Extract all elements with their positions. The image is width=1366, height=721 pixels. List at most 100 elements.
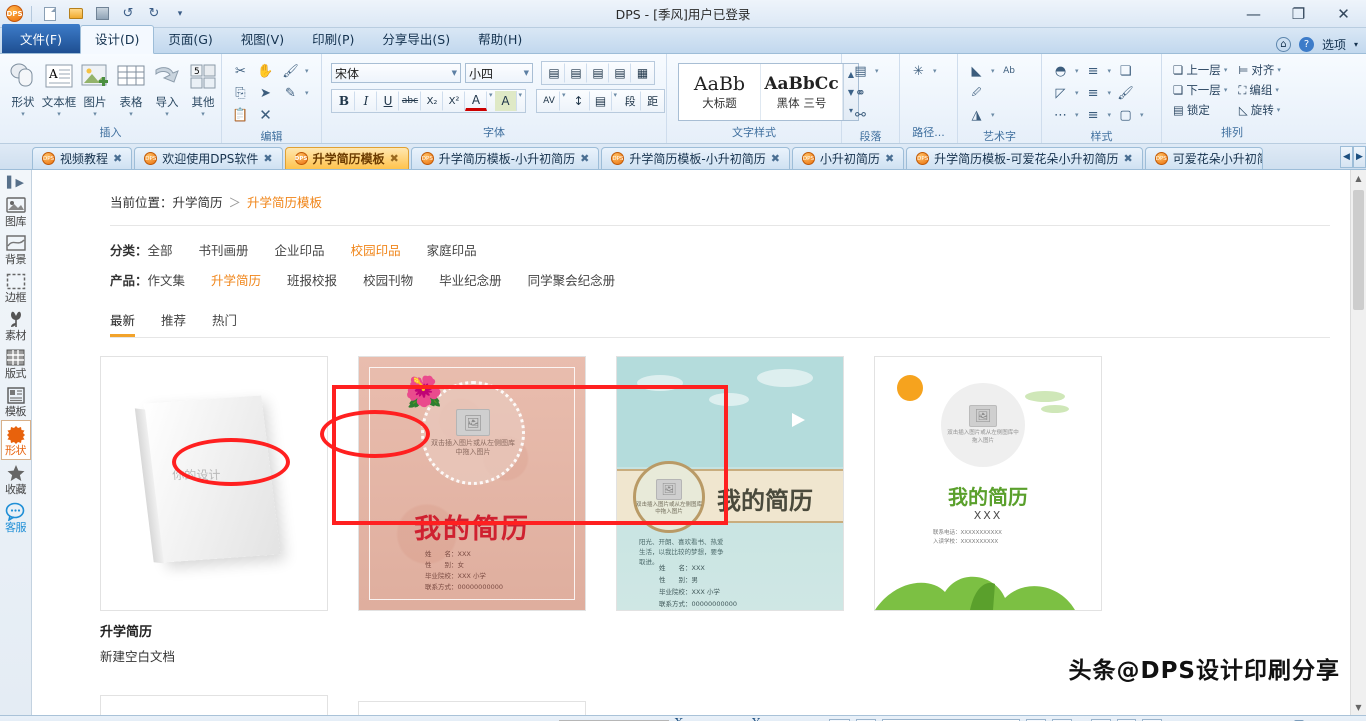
fill-color-icon[interactable]: ◓: [1050, 61, 1071, 81]
delete-icon[interactable]: ✕: [255, 105, 276, 125]
close-button[interactable]: ✕: [1321, 0, 1366, 27]
chevron-down-icon[interactable]: ▾: [1108, 89, 1112, 97]
template-thumbnail[interactable]: 🖼 双击插入图片或从左侧图库中拖入图片 🌺 我的简历 姓 名：XXX 性 别：女…: [358, 356, 586, 611]
insert-shape-button[interactable]: 形状 ▾: [5, 59, 41, 118]
align-right-icon[interactable]: ▤: [587, 63, 609, 83]
close-icon[interactable]: ✖: [113, 152, 122, 165]
align-center-icon[interactable]: ▤: [565, 63, 587, 83]
font-size-select[interactable]: 小四 ▼: [465, 63, 533, 83]
brush-icon[interactable]: 🖌: [1115, 83, 1136, 103]
line-style-icon[interactable]: ≡: [1083, 61, 1104, 81]
sidebar-item-shape[interactable]: 形状: [0, 420, 31, 460]
pointer-icon[interactable]: ➤: [255, 83, 276, 103]
text-style-item[interactable]: AaBb 大标题: [679, 64, 761, 120]
scroll-down-icon[interactable]: ▼: [1351, 699, 1366, 715]
lock-label[interactable]: 锁定: [1187, 102, 1210, 118]
menu-item-page[interactable]: 页面(G): [154, 25, 226, 53]
template-thumbnail[interactable]: 🖼 双击插入图片或从左侧图库中拖入图片 我的简历 阳光、开朗、喜欢看书、热爱生活…: [616, 356, 844, 611]
scrollbar-thumb[interactable]: [1353, 190, 1364, 310]
menu-item-print[interactable]: 印刷(P): [298, 25, 368, 53]
effect-icon[interactable]: ▢: [1115, 105, 1136, 125]
insert-import-button[interactable]: 导入 ▾: [149, 59, 185, 118]
font-family-select[interactable]: 宋体 ▼: [331, 63, 461, 83]
product-option-classnews[interactable]: 班报校报: [287, 270, 337, 289]
spacing-button[interactable]: 距: [641, 91, 663, 111]
template-card-pink[interactable]: 🖼 双击插入图片或从左侧图库中拖入图片 🌺 我的简历 姓 名：XXX 性 别：女…: [358, 356, 586, 665]
chevron-down-icon[interactable]: ▾: [93, 111, 97, 118]
sidebar-item-gallery[interactable]: 图库: [1, 192, 31, 230]
product-option-essays[interactable]: 作文集: [148, 270, 186, 289]
sidebar-collapse-button[interactable]: ▌▶: [7, 172, 24, 192]
wordart-3d-icon[interactable]: ◮: [966, 105, 987, 125]
template-thumbnail[interactable]: 🖼 双击插入图片或从左侧图库中拖入图片 我的简历 XXX 联系电话：XXXXXX…: [874, 356, 1102, 611]
superscript-button[interactable]: X²: [443, 91, 465, 111]
document-tab-3[interactable]: DPS 升学简历模板-小升初简历 ✖: [410, 147, 600, 169]
align-distribute-icon[interactable]: ▦: [631, 63, 653, 83]
subscript-button[interactable]: X₂: [421, 91, 443, 111]
rotate-label[interactable]: 旋转: [1251, 102, 1274, 118]
sort-tab-popular[interactable]: 热门: [212, 310, 237, 337]
template-card-blank[interactable]: 你的设计 升学简历 新建空白文档: [100, 356, 328, 665]
template-card-green-sun[interactable]: 🖼 双击插入图片或从左侧图库中拖入图片 我的简历 XXX 联系电话：XXXXXX…: [874, 356, 1102, 665]
chevron-down-icon[interactable]: ▼: [520, 69, 529, 77]
product-option-reunion[interactable]: 同学聚会纪念册: [528, 270, 616, 289]
wordart-a-icon[interactable]: ◣: [966, 61, 987, 81]
chevron-down-icon[interactable]: ▾: [1075, 111, 1079, 119]
undo-button[interactable]: ↺: [118, 4, 138, 24]
document-tab-7[interactable]: DPS 可爱花朵小升初简历: [1144, 147, 1263, 169]
chevron-down-icon[interactable]: ▾: [21, 111, 25, 118]
gradient-icon[interactable]: ≡: [1083, 83, 1104, 103]
group-label[interactable]: 编组: [1249, 82, 1272, 98]
paste-icon[interactable]: 📋: [230, 105, 251, 125]
menu-item-help[interactable]: 帮助(H): [464, 25, 536, 53]
menu-item-file[interactable]: 文件(F): [2, 24, 80, 53]
sidebar-item-support[interactable]: 客服: [1, 498, 31, 536]
link-icon[interactable]: ⚭: [850, 83, 871, 103]
line-spacing-button[interactable]: ↕: [568, 91, 590, 111]
template-card-teal[interactable]: 🖼 双击插入图片或从左侧图库中拖入图片 我的简历 阳光、开朗、喜欢看书、热爱生活…: [616, 356, 844, 665]
paragraph-button[interactable]: 段: [619, 91, 642, 111]
category-option-campus[interactable]: 校园印品: [351, 240, 401, 259]
sort-tab-recommended[interactable]: 推荐: [161, 310, 186, 337]
chevron-down-icon[interactable]: ▾: [991, 111, 995, 119]
character-spacing-button[interactable]: AV: [538, 91, 561, 111]
close-icon[interactable]: ✖: [390, 152, 399, 165]
insert-table-button[interactable]: 表格 ▾: [113, 59, 149, 118]
document-tab-2[interactable]: DPS 升学简历模板 ✖: [284, 147, 409, 169]
align-justify-icon[interactable]: ▤: [609, 63, 631, 83]
chevron-down-icon[interactable]: ▾: [1275, 86, 1279, 94]
chevron-down-icon[interactable]: ▾: [612, 91, 620, 111]
chevron-down-icon[interactable]: ▾: [201, 111, 205, 118]
pen-image-icon[interactable]: 🖌: [280, 61, 301, 81]
chevron-down-icon[interactable]: ▾: [57, 111, 61, 118]
maximize-button[interactable]: ❐: [1276, 0, 1321, 27]
spell-check-icon[interactable]: Ab: [999, 61, 1020, 81]
category-option-books[interactable]: 书刊画册: [199, 240, 249, 259]
chevron-down-icon[interactable]: ▼: [448, 69, 457, 77]
template-card-partial[interactable]: [358, 701, 586, 715]
chevron-down-icon[interactable]: ▾: [305, 89, 309, 97]
tab-scroll-prev[interactable]: ◀: [1340, 146, 1353, 168]
document-tab-1[interactable]: DPS 欢迎使用DPS软件 ✖: [134, 147, 283, 169]
node-edit-icon[interactable]: ✎: [280, 83, 301, 103]
copy-icon[interactable]: ⎘: [230, 83, 251, 103]
redo-button[interactable]: ↻: [144, 4, 164, 24]
underline-button[interactable]: U: [377, 91, 399, 111]
customize-toolbar-button[interactable]: ▾: [170, 4, 190, 24]
save-document-button[interactable]: [92, 4, 112, 24]
chevron-down-icon[interactable]: ▾: [487, 91, 495, 111]
hand-icon[interactable]: ✋: [255, 61, 276, 81]
unlink-icon[interactable]: ⚯: [850, 105, 871, 125]
menu-item-view[interactable]: 视图(V): [227, 25, 298, 53]
close-icon[interactable]: ✖: [263, 152, 272, 165]
document-tab-0[interactable]: DPS 视频教程 ✖: [32, 147, 133, 169]
text-style-gallery[interactable]: AaBb 大标题 AaBbCc 黑体 三号 ▲ ▼ ▾: [678, 63, 859, 121]
chevron-down-icon[interactable]: ▾: [1224, 66, 1228, 74]
strikethrough-button[interactable]: abc: [399, 91, 421, 111]
chevron-down-icon[interactable]: ▾: [1277, 66, 1281, 74]
chevron-down-icon[interactable]: ▾: [1108, 111, 1112, 119]
weight-icon[interactable]: ≡: [1083, 105, 1104, 125]
chevron-down-icon[interactable]: ▾: [1108, 67, 1112, 75]
font-color-button[interactable]: A: [465, 91, 487, 111]
sidebar-item-background[interactable]: 背景: [1, 230, 31, 268]
